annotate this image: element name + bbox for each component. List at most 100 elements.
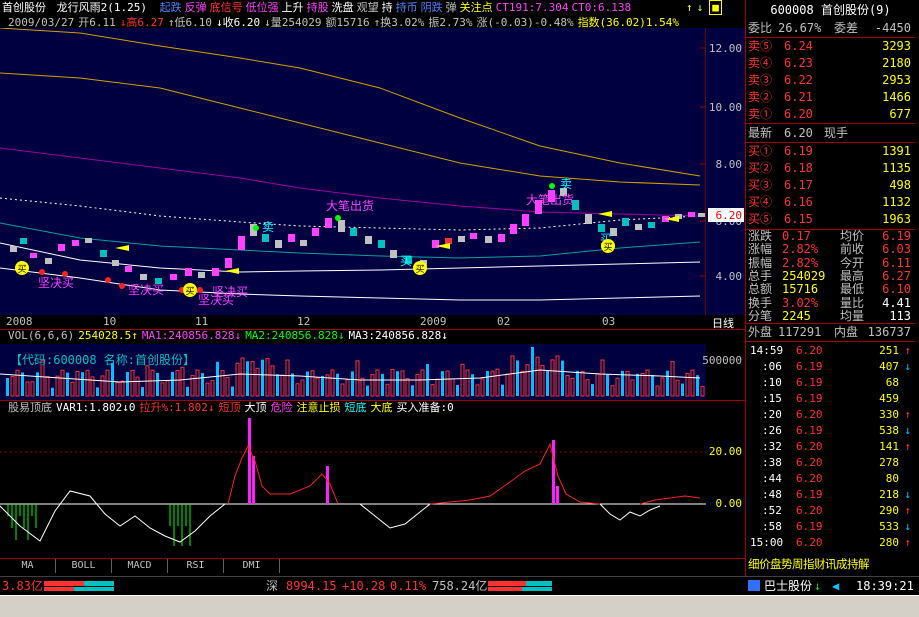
bid-row-4[interactable]: 买⑤ 6.15 1963 xyxy=(746,211,915,228)
tab-macd[interactable]: MACD xyxy=(112,559,168,573)
tick-row-2[interactable]: :10 6.19 68 xyxy=(746,375,915,391)
signal-3: 低位强 xyxy=(245,1,279,14)
tick-row-3[interactable]: :15 6.19 459 xyxy=(746,391,915,407)
ind-legend-8: 大底 xyxy=(370,401,393,414)
ask-row-3[interactable]: 卖② 6.21 1466 xyxy=(746,89,915,106)
vol-legend-3: MA2:240856.828↓ xyxy=(245,329,345,342)
buy-badge-label-0: 买 xyxy=(17,264,26,275)
ind-red-line-3 xyxy=(639,495,701,505)
vol-bar-78 xyxy=(396,371,399,396)
text-box-icon[interactable]: ■ xyxy=(709,0,722,15)
tick-row-4[interactable]: :20 6.20 330 ↑ xyxy=(746,407,915,423)
vol-bar-114 xyxy=(576,370,579,396)
candle-15 xyxy=(212,268,219,276)
candle-2 xyxy=(30,253,37,258)
ask-row-0[interactable]: 卖⑤ 6.24 3293 xyxy=(746,38,915,55)
vol-bar-126 xyxy=(636,373,639,396)
signal-5: 持股 xyxy=(306,1,329,14)
candle-7 xyxy=(100,250,107,257)
candle-16 xyxy=(225,258,232,268)
tick-row-1[interactable]: :06 6.19 407 ↓ xyxy=(746,359,915,375)
bid-row-2[interactable]: 买③ 6.17 498 xyxy=(746,177,915,194)
ind-white-line-2 xyxy=(338,503,431,529)
green-dot-0 xyxy=(253,225,259,231)
ticker-name[interactable]: 巴士股份 xyxy=(764,577,812,595)
vol-bar-6 xyxy=(36,372,39,396)
index-value: 8994.15 xyxy=(286,579,337,593)
volume-banner: 【代码:600008 名称:首创股份】 xyxy=(10,353,196,367)
candle-26 xyxy=(350,228,357,236)
candle-22 xyxy=(300,240,307,246)
vol-bar-24 xyxy=(126,372,129,396)
tick-row-9[interactable]: :48 6.19 218 ↓ xyxy=(746,487,915,503)
vol-legend-4: MA3:240856.828↓ xyxy=(348,329,448,342)
ask-row-1[interactable]: 卖④ 6.23 2180 xyxy=(746,55,915,72)
bid-row-3[interactable]: 买④ 6.16 1132 xyxy=(746,194,915,211)
signal-8: 持 xyxy=(381,1,393,14)
candlestick-chart[interactable]: 12.0010.008.006.004.006.20大笔出货大笔出货坚决买坚决买… xyxy=(0,28,746,343)
annotation-3: 坚决买 xyxy=(128,283,164,297)
signal-9: 持币 xyxy=(395,1,418,14)
ind-legend-4: 大顶 xyxy=(244,401,267,414)
tick-row-10[interactable]: :52 6.20 290 ↑ xyxy=(746,503,915,519)
candle-17 xyxy=(238,236,245,250)
index-change: +10.28 xyxy=(342,579,386,593)
stock-name[interactable]: 首创股份 xyxy=(2,1,46,14)
y-tick-1: 10.00 xyxy=(709,101,742,114)
candle-23 xyxy=(312,228,319,236)
candle-0 xyxy=(10,246,17,252)
tick-row-6[interactable]: :32 6.20 141 ↑ xyxy=(746,439,915,455)
arrow-up-icon[interactable]: ↑ xyxy=(686,1,693,14)
tick-row-8[interactable]: :44 6.20 80 xyxy=(746,471,915,487)
candle-1 xyxy=(20,238,27,244)
bid-row-0[interactable]: 买① 6.19 1391 xyxy=(746,143,915,160)
candle-37 xyxy=(498,234,505,242)
arrow-down-icon[interactable]: ↓ xyxy=(697,1,704,14)
candle-36 xyxy=(485,236,492,243)
quote-bottom-tabs[interactable]: 细价盘势周指财讯成持解 xyxy=(748,556,916,572)
stat-row-1: 涨幅 2.82% 前收 6.03 xyxy=(748,242,911,257)
candle-34 xyxy=(458,236,465,242)
outer-inner-row: 外盘 117291 内盘 136737 xyxy=(748,325,911,339)
bus-icon xyxy=(748,580,760,591)
tick-row-5[interactable]: :26 6.19 538 ↓ xyxy=(746,423,915,439)
annotation-9: 买 xyxy=(400,254,412,268)
bid-row-1[interactable]: 买② 6.18 1135 xyxy=(746,160,915,177)
tick-row-0[interactable]: 14:59 6.20 251 ↑ xyxy=(746,343,915,359)
weibi-row: 委比 26.67% 委比 委差 -4450 xyxy=(748,21,911,35)
tick-row-11[interactable]: :58 6.19 533 ↓ xyxy=(746,519,915,535)
annotation-6: 卖 xyxy=(262,220,274,234)
ind-red-line-1 xyxy=(227,444,339,505)
indicator-name[interactable]: 龙行风雨2(1.25) xyxy=(57,1,147,14)
vol-legend-2: MA1:240856.828↓ xyxy=(141,329,242,342)
price-tag: 6.20 xyxy=(716,209,743,222)
chart-title-row: 首创股份 龙行风雨2(1.25) 起跌 反弹 底信号 低位强 上升 持股 洗盘 观望持持币 阴跌… xyxy=(2,1,631,15)
ask-row-4[interactable]: 卖① 6.20 677 xyxy=(746,106,915,123)
ind-white-line-3 xyxy=(599,503,661,521)
ask-row-2[interactable]: 卖③ 6.22 2953 xyxy=(746,72,915,89)
tab-dmi[interactable]: DMI xyxy=(224,559,280,573)
candle-25 xyxy=(338,220,345,232)
candle-45 xyxy=(598,224,605,232)
tab-boll[interactable]: BOLL xyxy=(56,559,112,573)
tick-row-7[interactable]: :38 6.20 278 xyxy=(746,455,915,471)
vol-bar-102 xyxy=(516,360,519,396)
signal-12: 关注点 xyxy=(459,1,493,14)
status-breadth-bars-2 xyxy=(488,581,552,591)
red-dot-3 xyxy=(119,283,125,289)
status-breadth-bars xyxy=(44,581,114,591)
tab-rsi[interactable]: RSI xyxy=(168,559,224,573)
tab-ma[interactable]: MA xyxy=(0,559,56,573)
green-dot-1 xyxy=(335,215,341,221)
indicator-chart[interactable]: 20.00 0.00 xyxy=(0,416,746,556)
speaker-icon[interactable]: ◀ xyxy=(832,577,839,595)
signal-13: CT191:7.304 xyxy=(495,1,569,14)
index-pct: 0.11% xyxy=(390,579,427,593)
clock: 18:39:21 xyxy=(856,579,914,593)
x-label-1: 10 xyxy=(103,315,117,328)
candle-14 xyxy=(198,272,205,278)
signal-14: CT0:6.138 xyxy=(571,1,632,14)
tick-row-12[interactable]: 15:00 6.20 280 ↑ xyxy=(746,535,915,551)
green-dot-2 xyxy=(549,183,555,189)
indicator-tabs: MA BOLL MACD RSI DMI xyxy=(0,558,746,573)
